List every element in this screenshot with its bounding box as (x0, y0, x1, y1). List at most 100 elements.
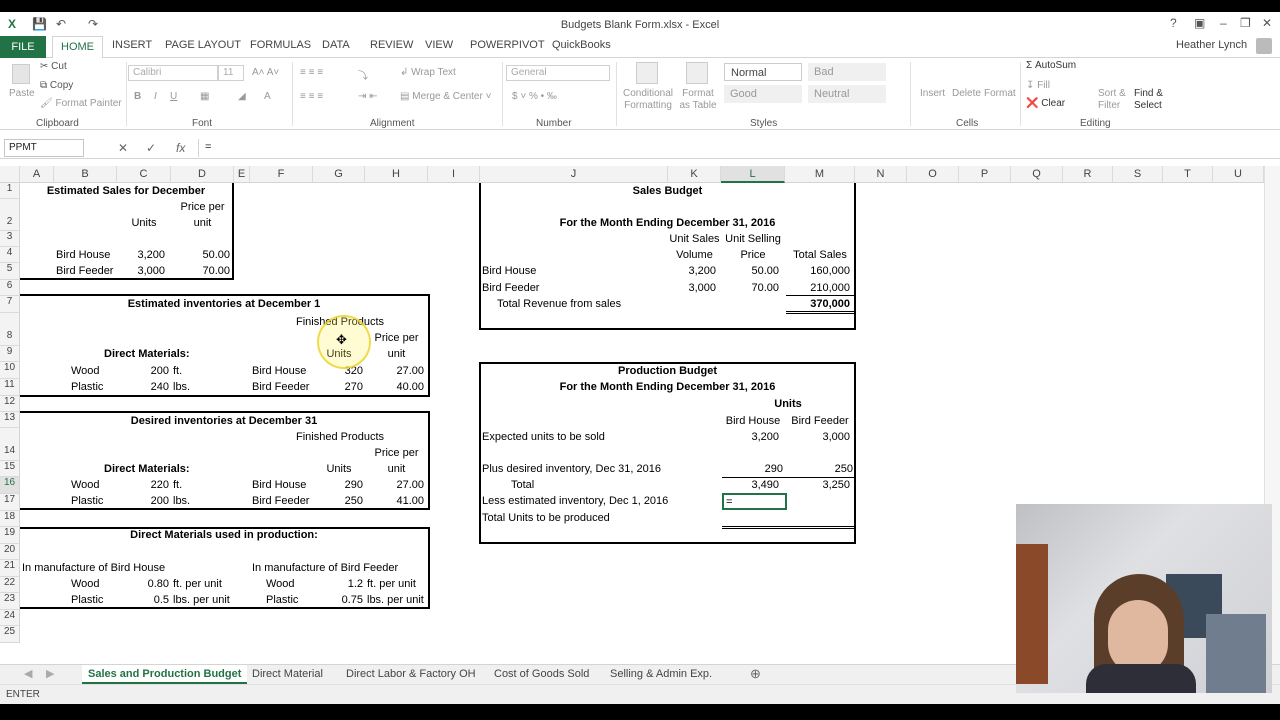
sheet-tab-direct-labor[interactable]: Direct Labor & Factory OH (340, 665, 482, 684)
cell-c15[interactable]: 220 (117, 478, 169, 492)
cell-l14[interactable]: 290 (721, 462, 783, 476)
cell-pb-units[interactable]: Units (721, 397, 855, 411)
cell-plus-desired[interactable]: Plus desired inventory, Dec 31, 2016 (482, 462, 661, 476)
scroll-right-icon[interactable]: ▶ (40, 665, 60, 684)
cell-volume[interactable]: Volume (668, 248, 721, 262)
cell-g15[interactable]: 290 (313, 478, 363, 492)
cell-price-per-2[interactable]: Price per (365, 331, 428, 345)
cell-l16-edit[interactable]: = (726, 495, 732, 509)
cell-total-revenue[interactable]: Total Revenue from sales (497, 297, 621, 311)
cell-l5[interactable]: 70.00 (721, 281, 779, 295)
cell-l15[interactable]: 3,490 (721, 478, 779, 492)
cell-plastic[interactable]: Plastic (71, 380, 103, 394)
cell-dm-used-title[interactable]: Direct Materials used in production: (20, 528, 428, 542)
cell-c3[interactable]: 3,200 (117, 248, 165, 262)
cell-estimated-inventories-title[interactable]: Estimated inventories at December 1 (20, 297, 428, 311)
cell-production-budget-title[interactable]: Production Budget (480, 364, 855, 378)
cell-l4[interactable]: 50.00 (721, 264, 779, 278)
cell-total-sales[interactable]: Total Sales (785, 248, 855, 262)
cell-d3[interactable]: 50.00 (171, 248, 230, 262)
cell-m6[interactable]: 370,000 (785, 297, 850, 311)
cell-estimated-sales-title[interactable]: Estimated Sales for December (20, 184, 232, 198)
cell-pb-bird-house[interactable]: Bird House (721, 414, 785, 428)
cell-unit[interactable]: unit (171, 216, 234, 230)
cell-price[interactable]: Price (721, 248, 785, 262)
cell-f9[interactable]: Bird House (252, 364, 306, 378)
cell-pb-bird-feeder[interactable]: Bird Feeder (785, 414, 855, 428)
cell-c10[interactable]: 240 (117, 380, 169, 394)
cell-unit-3[interactable]: unit (365, 462, 428, 476)
cell-g22[interactable]: 0.75 (313, 593, 363, 607)
cell-j5[interactable]: Bird Feeder (482, 281, 539, 295)
cell-c16[interactable]: 200 (117, 494, 169, 508)
sheet-tab-sales-production[interactable]: Sales and Production Budget (82, 665, 248, 684)
cell-f10[interactable]: Bird Feeder (252, 380, 309, 394)
sheet-tab-direct-material[interactable]: Direct Material (246, 665, 329, 684)
cell-f21[interactable]: Wood (266, 577, 295, 591)
cell-unit-sales[interactable]: Unit Sales (668, 232, 721, 246)
cell-total-units-produced[interactable]: Total Units to be produced (482, 511, 610, 525)
cell-units-3[interactable]: Units (313, 462, 365, 476)
cell-m14[interactable]: 250 (785, 462, 853, 476)
cell-manufacture-bh[interactable]: In manufacture of Bird House (22, 561, 165, 575)
cell-k4[interactable]: 3,200 (668, 264, 716, 278)
cell-d9[interactable]: ft. (173, 364, 182, 378)
cell-wood-3[interactable]: Wood (71, 577, 100, 591)
cell-f15[interactable]: Bird House (252, 478, 306, 492)
cell-j4[interactable]: Bird House (482, 264, 536, 278)
cell-expected-units[interactable]: Expected units to be sold (482, 430, 605, 444)
cell-unit-2[interactable]: unit (365, 347, 428, 361)
cell-h16[interactable]: 41.00 (365, 494, 424, 508)
cell-total[interactable]: Total (511, 478, 534, 492)
cell-bird-house[interactable]: Bird House (56, 248, 110, 262)
cell-wood-2[interactable]: Wood (71, 478, 100, 492)
cell-m5[interactable]: 210,000 (785, 281, 850, 295)
cell-bird-feeder[interactable]: Bird Feeder (56, 264, 113, 278)
cell-m13[interactable]: 3,000 (785, 430, 850, 444)
cell-price-per[interactable]: Price per (171, 200, 234, 214)
cell-price-per-3[interactable]: Price per (365, 446, 428, 460)
cell-less-estimated[interactable]: Less estimated inventory, Dec 1, 2016 (482, 494, 668, 508)
cell-units[interactable]: Units (117, 216, 171, 230)
cell-finished-products-2[interactable]: Finished Products (296, 430, 384, 444)
cell-direct-materials-2[interactable]: Direct Materials: (104, 462, 190, 476)
cell-c9[interactable]: 200 (117, 364, 169, 378)
cell-k5[interactable]: 3,000 (668, 281, 716, 295)
cell-c21[interactable]: 0.80 (117, 577, 169, 591)
add-sheet-icon[interactable]: ⊕ (744, 665, 767, 684)
cell-g10[interactable]: 270 (313, 380, 363, 394)
cell-plastic-3[interactable]: Plastic (71, 593, 103, 607)
sheet-tab-selling-admin[interactable]: Selling & Admin Exp. (604, 665, 718, 684)
cell-h21[interactable]: ft. per unit (367, 577, 416, 591)
cell-sales-budget-title[interactable]: Sales Budget (480, 184, 855, 198)
active-cell-l16[interactable]: = (722, 493, 787, 510)
cell-f16[interactable]: Bird Feeder (252, 494, 309, 508)
cell-l13[interactable]: 3,200 (721, 430, 779, 444)
cell-d10[interactable]: lbs. (173, 380, 190, 394)
cell-h9[interactable]: 27.00 (365, 364, 424, 378)
cell-f22[interactable]: Plastic (266, 593, 298, 607)
cell-manufacture-bf[interactable]: In manufacture of Bird Feeder (252, 561, 398, 575)
cell-d15[interactable]: ft. (173, 478, 182, 492)
cell-h10[interactable]: 40.00 (365, 380, 424, 394)
cell-c4[interactable]: 3,000 (117, 264, 165, 278)
cell-h22[interactable]: lbs. per unit (367, 593, 424, 607)
sheet-tab-cogs[interactable]: Cost of Goods Sold (488, 665, 595, 684)
cell-production-budget-month[interactable]: For the Month Ending December 31, 2016 (480, 380, 855, 394)
cell-m15[interactable]: 3,250 (785, 478, 850, 492)
cell-sales-budget-month[interactable]: For the Month Ending December 31, 2016 (480, 216, 855, 230)
cell-h15[interactable]: 27.00 (365, 478, 424, 492)
cell-wood[interactable]: Wood (71, 364, 100, 378)
cell-d22[interactable]: lbs. per unit (173, 593, 230, 607)
cell-desired-inventories-title[interactable]: Desired inventories at December 31 (20, 414, 428, 428)
cell-c22[interactable]: 0.5 (117, 593, 169, 607)
cell-g21[interactable]: 1.2 (313, 577, 363, 591)
cell-d16[interactable]: lbs. (173, 494, 190, 508)
cell-unit-selling[interactable]: Unit Selling (721, 232, 785, 246)
cell-g16[interactable]: 250 (313, 494, 363, 508)
cell-m4[interactable]: 160,000 (785, 264, 850, 278)
cell-plastic-2[interactable]: Plastic (71, 494, 103, 508)
cell-d21[interactable]: ft. per unit (173, 577, 222, 591)
scroll-left-icon[interactable]: ◀ (18, 665, 38, 684)
cell-direct-materials[interactable]: Direct Materials: (104, 347, 190, 361)
